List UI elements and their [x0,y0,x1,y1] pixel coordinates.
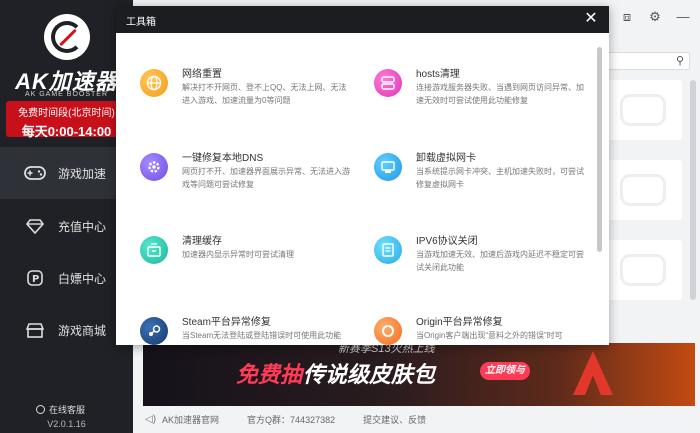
tool-description: 连接游戏服务器失败、当遇到网页访问异常、加速无效时可尝试使用此功能修复 [416,83,584,105]
feedback-link[interactable]: 提交建议、反馈 [363,413,426,426]
sidebar-item-label: 游戏商城 [58,323,107,338]
toolbox-icon[interactable]: ⧈ [620,10,634,24]
origin-icon [374,317,402,345]
tool-description: 解决打不开网页、登不上QQ、无法上网、无法进入游戏、加速流量为0等问题 [182,83,347,105]
window-controls: ⧈ ⚙ — [620,10,690,24]
close-icon[interactable]: ✕ [581,9,601,29]
gamepad-icon [24,164,46,182]
tool-name: 网络重置 [182,69,222,80]
tool-network-reset[interactable]: 网络重置 解决打不开网页、登不上QQ、无法上网、无法进入游戏、加速流量为0等问题 [140,69,350,129]
brand-subtitle: AK GAME BOOSTER [24,91,109,98]
dialog-title: 工具箱 [126,17,156,28]
tool-repair-dns[interactable]: 一键修复本地DNS 网页打不开、加速器界面展示异常、无法进入游戏等问题可尝试修复 [140,153,350,213]
tool-name: 清理缓存 [182,236,222,247]
tool-name: 卸载虚拟网卡 [416,153,476,164]
tool-description: 网页打不开、加速器界面展示异常、无法进入游戏等问题可尝试修复 [182,167,350,189]
search-icon: ⚲ [675,55,684,67]
p-coupon-icon: P [24,269,46,287]
toolbox-dialog: 工具箱 ✕ 网络重置 解决打不开网页、登不上QQ、无法上网、无法进入游戏、加速流… [116,6,609,345]
store-icon [24,321,46,339]
version-label: V2.0.1.16 [47,419,86,429]
logo-icon [44,14,90,60]
sidebar-item-store[interactable]: 游戏商城 [0,304,133,356]
tool-description: 当游戏加速无效、加速后游戏内延迟不稳定可尝试关闭此功能 [416,250,584,272]
tool-name: Origin平台异常修复 [416,317,503,328]
game-card[interactable] [604,160,682,220]
dialog-scrollbar[interactable] [597,47,602,252]
sidebar-item-freebie[interactable]: P 白嫖中心 [0,252,133,304]
tool-origin-repair[interactable]: Origin平台异常修复 当Origin客户端出现“意料之外的错误”时可 [374,317,584,345]
dialog-header: 工具箱 ✕ [116,6,609,33]
sidebar-item-recharge[interactable]: 充值中心 [0,200,133,252]
tool-description: 当Steam无法登陆或登陆错误时可使用此功能 [182,331,342,340]
minimize-icon[interactable]: — [676,10,690,24]
banner-headline-white: 传说级皮肤包 [303,362,436,387]
tool-uninstall-virtual-nic[interactable]: 卸载虚拟网卡 当系统提示网卡冲突、主机加速失败时，可尝试修复虚拟网卡 [374,153,584,213]
globe-icon [140,69,168,97]
steam-icon [140,317,168,345]
tool-clear-cache[interactable]: 清理缓存 加速器内显示异常时可尝试清理 [140,236,350,296]
tool-name: Steam平台异常修复 [182,317,271,328]
tool-description: 当Origin客户端出现“意料之外的错误”时可 [416,331,563,340]
tool-description: 加速器内显示异常时可尝试清理 [182,250,294,259]
sidebar-item-label: 充值中心 [58,219,107,234]
network-card-icon [374,153,402,181]
online-support-link[interactable]: 在线客服 [36,403,85,416]
sidebar: AK加速器 AK GAME BOOSTER 免费时间段(北京时间) 每天0:00… [0,0,133,433]
free-time-label: 免费时间段(北京时间) [18,108,115,119]
apex-logo-icon [573,351,613,395]
dns-gear-icon [140,153,168,181]
qq-group-label: 官方Q群：744327382 [247,415,336,425]
official-site-link[interactable]: AK加速器官网 [162,413,219,426]
tool-description: 当系统提示网卡冲突、主机加速失败时，可尝试修复虚拟网卡 [416,167,584,189]
gear-icon[interactable]: ⚙ [648,10,662,24]
svg-text:P: P [32,274,39,285]
game-card[interactable] [604,240,682,300]
sidebar-item-label: 游戏加速 [58,166,107,181]
tool-name: 一键修复本地DNS [182,153,264,164]
server-icon [374,69,402,97]
diamond-icon [24,217,46,235]
scrollbar[interactable] [690,80,696,300]
sidebar-item-game-boost[interactable]: 游戏加速 [0,147,133,199]
tool-name: IPV6协议关闭 [416,236,478,247]
search-input[interactable]: ⚲ [604,52,690,70]
tool-steam-repair[interactable]: Steam平台异常修复 当Steam无法登陆或登陆错误时可使用此功能 [140,317,350,345]
tool-hosts-clean[interactable]: hosts清理 连接游戏服务器失败、当遇到网页访问异常、加速无效时可尝试使用此功… [374,69,584,129]
game-card[interactable] [604,80,682,140]
dialog-body: 网络重置 解决打不开网页、登不上QQ、无法上网、无法进入游戏、加速流量为0等问题… [116,33,609,345]
free-time-value: 每天0:00-14:00 [21,124,112,139]
cache-box-icon [140,236,168,264]
speaker-icon: ◁) [145,414,157,425]
ipv6-doc-icon [374,236,402,264]
footer-bar: ◁) AK加速器官网 官方Q群：744327382 提交建议、反馈 [133,406,700,433]
headset-icon [36,405,45,414]
app-window: AK加速器 AK GAME BOOSTER 免费时间段(北京时间) 每天0:00… [0,0,700,433]
free-time-badge: 免费时间段(北京时间) 每天0:00-14:00 [6,101,127,139]
tool-disable-ipv6[interactable]: IPV6协议关闭 当游戏加速无效、加速后游戏内延迟不稳定可尝试关闭此功能 [374,236,584,296]
banner-cta-button[interactable]: 立即领与 [480,362,530,380]
tool-name: hosts清理 [416,69,460,80]
banner-headline-red: 免费抽 [236,362,303,387]
online-support-label: 在线客服 [49,405,86,415]
promo-banner[interactable]: 新赛季S13火热上线 免费抽 传说级皮肤包 立即领与 [143,343,695,406]
sidebar-item-label: 白嫖中心 [58,271,107,286]
